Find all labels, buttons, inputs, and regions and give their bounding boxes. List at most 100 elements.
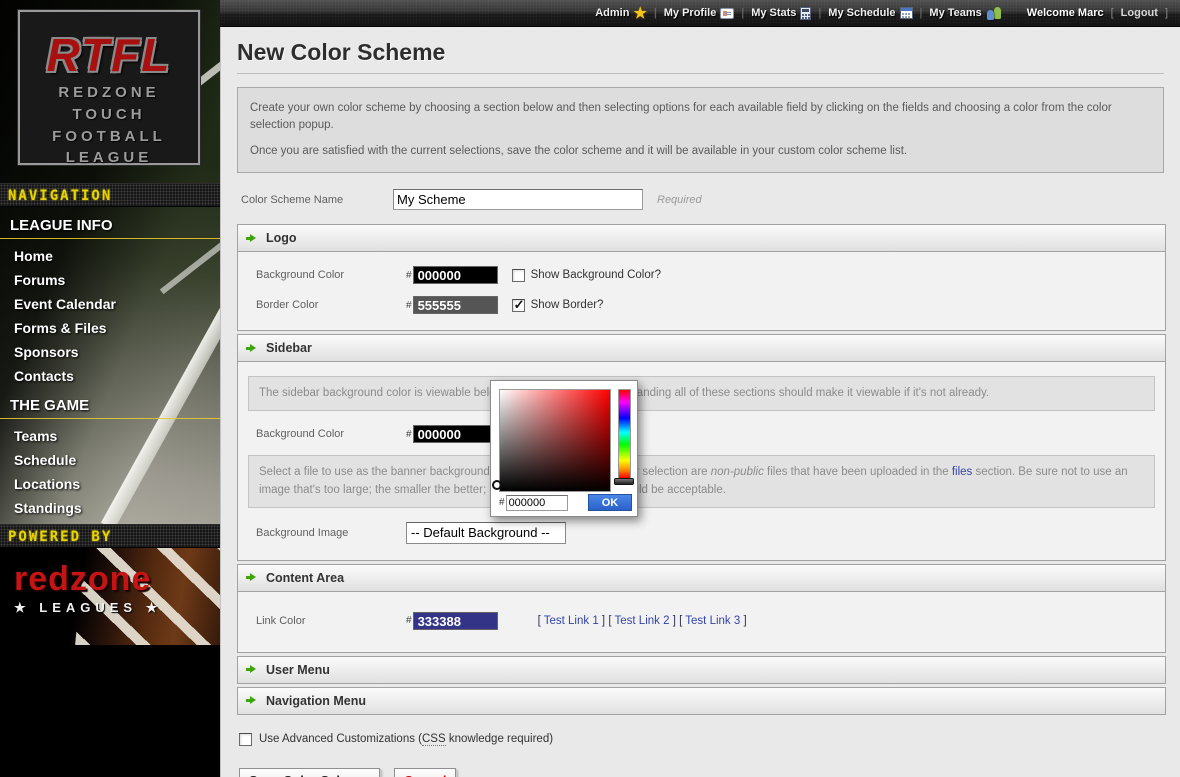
main-content: New Color Scheme Create your own color s… [220,27,1180,777]
cancel-button[interactable]: Cancel [394,768,457,777]
logout-link[interactable]: Logout [1121,7,1158,19]
sidebar-section-body: The sidebar background color is viewable… [237,362,1166,561]
hash-symbol: # [406,270,412,281]
sidebar-item-teams[interactable]: Teams [0,424,220,448]
admin-link[interactable]: Admin [595,4,647,22]
sidebar-item-home[interactable]: Home [0,244,220,268]
green-arrow-icon [246,665,257,674]
hash-symbol: # [499,497,505,508]
sidebar-item-event-calendar[interactable]: Event Calendar [0,292,220,316]
show-background-color-checkbox[interactable] [512,269,525,282]
my-stats-link[interactable]: My Stats [751,7,811,20]
navigation-menu-section-header[interactable]: Navigation Menu [237,687,1166,715]
topbar-separator: | [818,7,821,19]
star-icon [633,4,646,22]
league-logo-line: REDZONE [20,82,198,104]
picker-ok-button[interactable]: OK [588,494,632,511]
green-arrow-icon [246,696,257,705]
button-row: Save Color Scheme Cancel [239,768,1164,777]
content-area-section-body: Link Color # 333388 [ Test Link 1 ] [ Te… [237,592,1166,653]
background-image-select[interactable]: -- Default Background -- [406,522,566,544]
advanced-customizations-row: Use Advanced Customizations (CSS knowled… [239,733,1164,746]
sidebar-item-locations[interactable]: Locations [0,472,220,496]
sidebar-item-forums[interactable]: Forums [0,268,220,292]
sidebar-item-schedule[interactable]: Schedule [0,448,220,472]
sidebar-item-forms-files[interactable]: Forms & Files [0,316,220,340]
saturation-value-gradient[interactable] [499,389,611,492]
page: RTFL REDZONE TOUCH FOOTBALL LEAGUE NAVIG… [0,0,1180,777]
test-link-1[interactable]: Test Link 1 [544,615,599,627]
picker-hex-input[interactable] [506,495,568,511]
green-arrow-icon [246,344,257,353]
league-logo-line: LEAGUE [20,147,198,169]
checkbox-label: Show Border? [531,299,604,311]
hash-symbol: # [406,429,412,440]
user-menu-section-header[interactable]: User Menu [237,656,1166,684]
css-abbr: CSS [422,733,446,746]
hash-symbol: # [406,300,412,311]
calendar-icon [900,7,913,19]
page-title: New Color Scheme [237,39,1164,74]
hash-symbol: # [406,615,412,626]
league-logo-line: FOOTBALL [20,126,198,148]
checkbox-label: Show Background Color? [531,269,661,281]
required-hint: Required [657,194,702,206]
sidebar-item-standings[interactable]: Standings [0,496,220,520]
intro-paragraph: Create your own color scheme by choosing… [250,100,1151,133]
powered-by-strip: POWERED BY [0,524,220,548]
content-area-section-header[interactable]: Content Area [237,564,1166,592]
field-label: Link Color [256,615,406,627]
field-label: Background Color [256,428,406,440]
topbar-separator: | [920,7,923,19]
topbar-separator: | [741,7,744,19]
color-selection-marker[interactable] [492,480,502,490]
topbar: Admin | My Profile | My Stats | My Sched… [220,0,1180,27]
files-link[interactable]: files [952,466,972,478]
save-color-scheme-button[interactable]: Save Color Scheme [239,768,380,777]
logo-section-header[interactable]: Logo [237,224,1166,252]
sidebar-section-header[interactable]: Sidebar [237,334,1166,362]
logo-background-color-swatch[interactable]: 000000 [413,266,498,284]
green-arrow-icon [246,573,257,582]
color-picker-popup: # OK [490,380,638,517]
menu-heading-the-game: THE GAME [0,388,220,419]
field-label: Background Image [256,527,406,539]
sidebar-item-sponsors[interactable]: Sponsors [0,340,220,364]
color-scheme-name-input[interactable] [393,189,643,210]
advanced-customizations-checkbox[interactable] [239,733,252,746]
intro-paragraph: Once you are satisfied with the current … [250,143,1151,160]
logo-section: Logo Background Color # 000000 Show Back… [237,224,1166,331]
test-links: [ Test Link 1 ] [ Test Link 2 ] [ Test L… [538,615,747,627]
redzone-leagues-logo: redzone ★ LEAGUES ★ [0,548,220,645]
welcome-text: Welcome Marc [1027,7,1104,19]
sidebar-background-color-swatch[interactable]: 000000 [413,425,498,443]
field-label: Background Color [256,269,406,281]
hue-slider-strip[interactable] [618,389,631,479]
logo-border-color-row: Border Color # 555555 Show Border? [248,290,1155,320]
navigation-menu-section: Navigation Menu [237,687,1166,715]
my-teams-link[interactable]: My Teams [929,7,1001,20]
sidebar-note: The sidebar background color is viewable… [248,376,1155,411]
sidebar-background-color-row: Background Color # 000000 [248,419,1155,449]
group-icon [986,7,1002,20]
logo-border-color-swatch[interactable]: 555555 [413,296,498,314]
hue-slider-handle[interactable] [614,478,634,485]
link-color-swatch[interactable]: 333388 [413,612,498,630]
my-profile-link[interactable]: My Profile [664,7,735,19]
logo-background-color-row: Background Color # 000000 Show Backgroun… [248,260,1155,290]
link-color-row: Link Color # 333388 [ Test Link 1 ] [ Te… [248,600,1155,642]
banner-background-note: Select a file to use as the banner backg… [248,455,1155,508]
my-schedule-link[interactable]: My Schedule [828,7,912,19]
sidebar-item-contacts[interactable]: Contacts [0,364,220,388]
topbar-separator: | [654,7,657,19]
league-logo-line: TOUCH [20,104,198,126]
show-border-checkbox[interactable] [512,299,525,312]
navigation-strip: NAVIGATION [0,183,220,207]
sidebar-menu: LEAGUE INFO Home Forums Event Calendar F… [0,208,220,544]
redzone-brand-name: redzone [14,562,162,596]
test-link-3[interactable]: Test Link 3 [685,615,740,627]
test-link-2[interactable]: Test Link 2 [615,615,670,627]
vcard-icon [720,8,734,19]
field-label: Border Color [256,299,406,311]
calculator-icon [800,7,811,20]
